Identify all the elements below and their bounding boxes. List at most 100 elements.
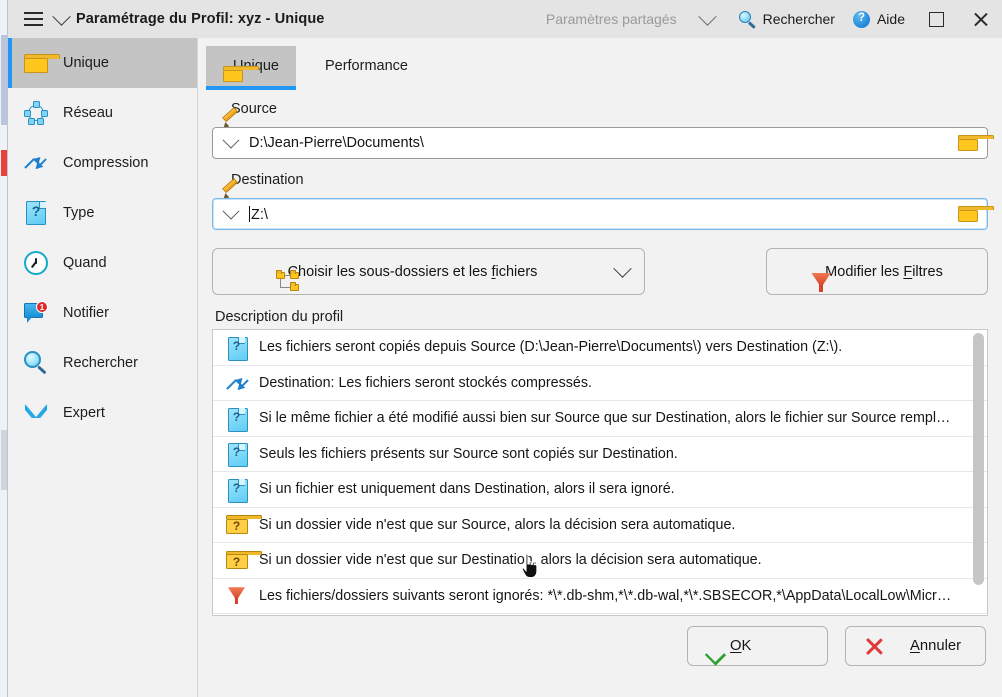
shared-settings-chevron-down-icon[interactable] (686, 0, 730, 38)
profile-settings-window: Paramétrage du Profil: xyz - Unique Para… (8, 0, 1002, 697)
source-input[interactable]: D:\Jean-Pierre\Documents\ (249, 135, 949, 151)
destination-label-row: Destination (221, 167, 988, 201)
source-chevron-down-icon[interactable] (213, 131, 249, 149)
list-item[interactable]: ? Si un dossier vide n'est que sur Sourc… (213, 508, 987, 543)
compress-arrows-icon (225, 372, 249, 394)
sidebar-item-label: Quand (63, 255, 107, 271)
shared-settings-label: Paramètres partagés (545, 11, 677, 27)
cancel-button[interactable]: Annuler (845, 626, 986, 666)
close-x-icon (972, 11, 989, 28)
list-item-text: Si le même fichier a été modifié aussi b… (259, 410, 957, 427)
sidebar: Unique Réseau Compression ? Type Quand 1… (8, 38, 198, 697)
sidebar-item-type[interactable]: ? Type (8, 188, 197, 238)
search-button[interactable]: Rechercher (730, 0, 844, 38)
sidebar-item-label: Compression (63, 155, 149, 171)
document-question-icon: ? (225, 407, 248, 432)
application-window: Paramétrage du Profil: xyz - Unique Para… (0, 0, 1002, 697)
background-blue-bar (1, 35, 7, 125)
destination-chevron-down-icon[interactable] (213, 202, 249, 220)
sidebar-item-rechercher[interactable]: Rechercher (8, 338, 197, 388)
red-x-icon (862, 635, 884, 657)
list-item[interactable]: ? Seuls les fichiers présents sur Source… (213, 437, 987, 472)
list-item[interactable]: ? Si un dossier vide n'est que sur Desti… (213, 543, 987, 579)
help-circle-icon: ? (852, 10, 870, 28)
scrollbar-thumb[interactable] (973, 333, 984, 585)
list-item-text: Les fichiers/dossiers suivants seront ig… (259, 587, 957, 604)
sidebar-item-notifier[interactable]: 1 Notifier (8, 288, 197, 338)
choose-subfolders-files-button[interactable]: Choisir les sous-dossiers et les fichier… (212, 248, 645, 295)
sidebar-item-quand[interactable]: Quand (8, 238, 197, 288)
maximize-button[interactable] (914, 0, 958, 38)
source-label-row: Source (221, 96, 988, 130)
tab-unique[interactable]: Unique (206, 46, 296, 90)
list-item[interactable]: Destination: Les fichiers seront stockés… (213, 366, 987, 401)
destination-input-wrap[interactable]: Z:\ (249, 205, 949, 223)
description-label: Description du profil (215, 309, 344, 325)
list-item-text: Si un dossier vide n'est que sur Source,… (259, 516, 736, 533)
cancel-button-label: Annuler (910, 638, 962, 654)
window-body: Unique Réseau Compression ? Type Quand 1… (8, 38, 1002, 697)
sidebar-item-label: Type (63, 205, 95, 221)
background-red-bar (1, 150, 7, 176)
ok-button[interactable]: OK (687, 626, 828, 666)
magnifier-icon (738, 10, 756, 29)
destination-input[interactable]: Z:\ (251, 207, 268, 223)
description-list[interactable]: ? Les fichiers seront copiés depuis Sour… (212, 329, 988, 616)
list-item[interactable]: ? Si un fichier est uniquement dans Dest… (213, 472, 987, 508)
network-icon (23, 100, 49, 126)
choose-chevron-down-icon[interactable] (600, 259, 644, 278)
help-button[interactable]: ? Aide (844, 0, 914, 38)
title-bar: Paramétrage du Profil: xyz - Unique Para… (8, 0, 1002, 38)
sidebar-item-label: Réseau (63, 105, 113, 121)
funnel-icon (225, 586, 248, 605)
source-label: Source (231, 101, 277, 117)
choose-button-label: Choisir les sous-dossiers et les fichier… (287, 263, 538, 280)
action-button-row: Choisir les sous-dossiers et les fichier… (212, 248, 988, 295)
list-item-text: Si un fichier est uniquement dans Destin… (259, 481, 675, 498)
destination-label: Destination (231, 172, 304, 188)
sidebar-item-unique[interactable]: Unique (8, 38, 197, 88)
sidebar-item-reseau[interactable]: Réseau (8, 88, 197, 138)
close-button[interactable] (958, 0, 1002, 38)
description-scrollbar[interactable] (973, 333, 984, 614)
clock-icon (23, 250, 49, 276)
sidebar-item-expert[interactable]: Expert (8, 388, 197, 438)
form-area: Source D:\Jean-Pierre\Documents\ Destina… (198, 86, 1002, 616)
compress-arrows-icon (23, 150, 49, 176)
magnifier-icon (23, 350, 49, 376)
tab-bar: Unique Performance (198, 38, 1002, 90)
shared-settings-button[interactable]: Paramètres partagés (537, 0, 686, 38)
sidebar-item-label: Rechercher (63, 355, 138, 371)
hamburger-menu-icon[interactable] (18, 6, 48, 32)
title-bar-right-group: Paramètres partagés Rechercher ? Aide (537, 0, 1002, 38)
list-item[interactable]: Les fichiers/dossiers suivants seront ig… (213, 579, 987, 614)
notification-badge: 1 (36, 301, 48, 313)
sidebar-item-label: Unique (63, 55, 109, 71)
list-item[interactable]: ? Les fichiers seront copiés depuis Sour… (213, 330, 987, 366)
text-caret (249, 205, 250, 222)
destination-browse-folder-icon[interactable] (949, 206, 994, 222)
destination-combobox[interactable]: Z:\ (212, 198, 994, 230)
document-question-icon: ? (225, 478, 248, 503)
background-window-sliver (0, 0, 8, 697)
list-item[interactable]: ? Si le même fichier a été modifié aussi… (213, 401, 987, 437)
tab-performance[interactable]: Performance (298, 46, 425, 86)
list-item-text: Si un dossier vide n'est que sur Destina… (259, 552, 762, 569)
sidebar-item-compression[interactable]: Compression (8, 138, 197, 188)
background-gray-bar (1, 430, 7, 490)
sidebar-item-label: Expert (63, 405, 105, 421)
source-combobox[interactable]: D:\Jean-Pierre\Documents\ (212, 127, 994, 159)
title-dropdown-icon[interactable] (48, 0, 74, 38)
list-item-text: Les fichiers seront copiés depuis Source… (259, 339, 843, 356)
window-title: Paramétrage du Profil: xyz - Unique (76, 11, 325, 27)
document-question-icon: ? (225, 443, 248, 468)
folder-question-icon: ? (225, 515, 262, 534)
filters-button-label: Modifier les Filtres (825, 263, 943, 280)
source-browse-folder-icon[interactable] (949, 135, 994, 151)
maximize-square-icon (928, 11, 944, 27)
document-question-icon: ? (225, 336, 248, 361)
tab-label: Performance (324, 58, 408, 74)
folder-question-icon: ? (225, 550, 262, 570)
modify-filters-button[interactable]: Modifier les Filtres (766, 248, 988, 295)
search-label: Rechercher (762, 11, 835, 27)
